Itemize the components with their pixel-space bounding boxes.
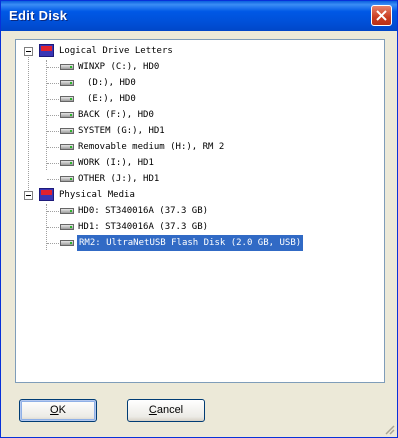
hard-drive-icon [60,128,74,134]
title-bar[interactable]: Edit Disk [1,1,397,31]
hex-editor-icon [39,44,54,57]
tree-item-other-j[interactable]: OTHER (J:), HD1 [78,171,159,187]
removable-drive-icon [60,144,74,150]
hard-drive-icon [60,112,74,118]
ok-accel: O [50,404,59,416]
tree-item-removable-h[interactable]: Removable medium (H:), RM 2 [78,139,224,155]
hard-drive-icon [60,96,74,102]
tree-item-d[interactable]: (D:), HD0 [87,75,136,91]
tree-item-system-g[interactable]: SYSTEM (G:), HD1 [78,123,165,139]
collapse-physical-toggle[interactable] [24,191,33,200]
resize-grip-icon[interactable] [383,423,395,435]
cancel-rest: ancel [156,404,184,416]
ok-button[interactable]: OK [19,399,97,422]
hard-drive-icon [60,224,74,230]
collapse-logical-toggle[interactable] [24,47,33,56]
hard-drive-icon [60,160,74,166]
tree-item-hd1[interactable]: HD1: ST340016A (37.3 GB) [78,219,208,235]
close-button[interactable] [371,5,392,26]
hard-drive-icon [60,208,74,214]
tree-item-rm2-selected[interactable]: RM2: UltraNetUSB Flash Disk (2.0 GB, USB… [75,234,305,252]
tree-group-logical-drive-letters[interactable]: Logical Drive Letters [59,43,173,59]
cancel-button[interactable]: Cancel [127,399,205,422]
tree-item-work-i[interactable]: WORK (I:), HD1 [78,155,154,171]
ok-rest: K [58,404,66,416]
tree-group-physical-media[interactable]: Physical Media [59,187,135,203]
tree-item-e[interactable]: (E:), HD0 [87,91,136,107]
hard-drive-icon [60,176,74,182]
hard-drive-icon [60,80,74,86]
tree-item-winxp-c[interactable]: WINXP (C:), HD0 [78,59,159,75]
tree-item-hd0[interactable]: HD0: ST340016A (37.3 GB) [78,203,208,219]
hard-drive-icon [60,64,74,70]
hex-editor-icon [39,188,54,201]
window-title: Edit Disk [9,8,68,23]
close-icon [376,10,387,21]
tree-item-back-f[interactable]: BACK (F:), HD0 [78,107,154,123]
disk-tree[interactable]: Logical Drive Letters WINXP (C:), HD0 (D… [15,39,385,383]
cancel-accel: C [148,404,157,416]
removable-drive-icon [60,240,74,246]
edit-disk-dialog: Edit Disk Logical Drive Letters WINXP (C… [0,0,398,438]
